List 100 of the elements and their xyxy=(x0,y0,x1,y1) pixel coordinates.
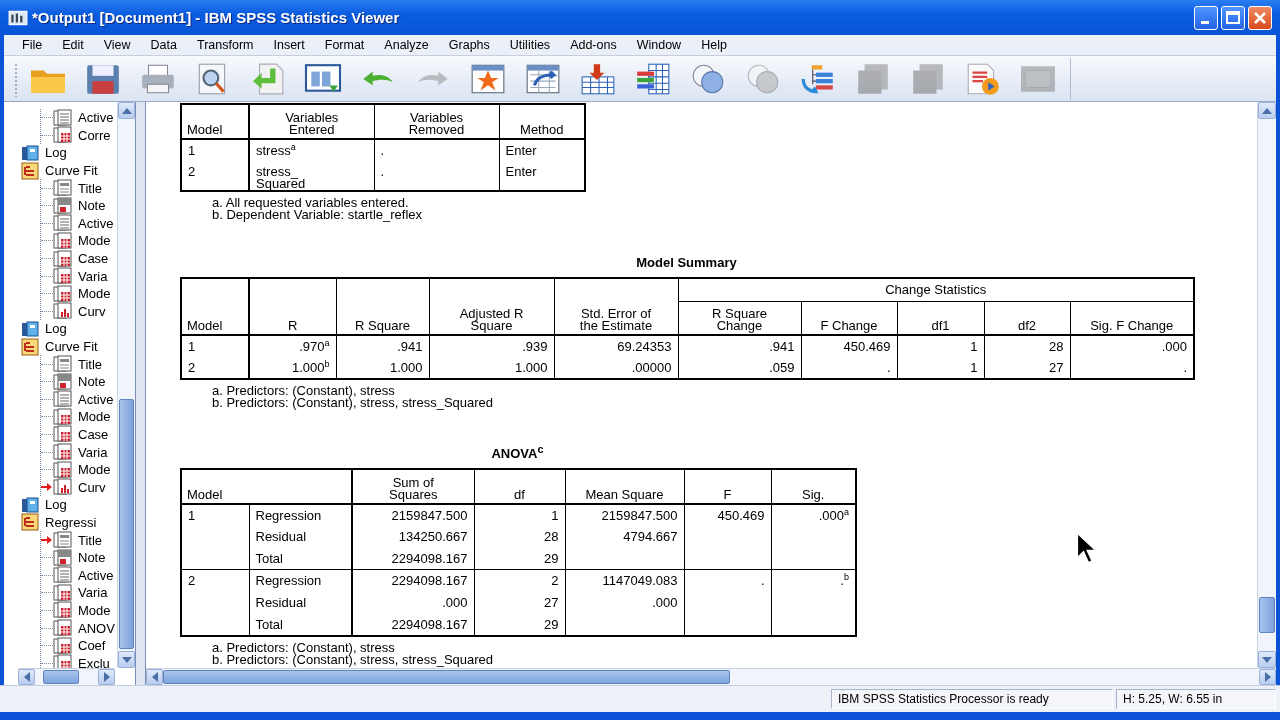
notes-document-icon xyxy=(53,372,73,391)
menu-item[interactable]: Graphs xyxy=(448,38,490,52)
scroll-thumb[interactable] xyxy=(163,670,730,684)
column-header: df xyxy=(474,468,565,504)
table-document-icon xyxy=(53,636,73,655)
tree-item[interactable]: Varia xyxy=(78,268,108,284)
notes-document-icon xyxy=(53,548,73,567)
table-cell: .000$^{a}$ xyxy=(771,503,856,526)
list-icon xyxy=(20,337,40,356)
tree-item[interactable]: Mode xyxy=(78,286,111,302)
mouse-pointer-icon xyxy=(1076,532,1096,564)
table-cell: 450.469 xyxy=(801,334,897,357)
table-document-icon xyxy=(53,443,73,462)
menu-item[interactable]: Transform xyxy=(197,38,254,52)
menu-item[interactable]: Help xyxy=(701,38,727,52)
tree-item[interactable]: Mode xyxy=(78,602,111,618)
vertical-scrollbar[interactable] xyxy=(1257,102,1276,668)
column-header: Adjusted R Square xyxy=(429,278,554,335)
tree-item[interactable]: ANOV xyxy=(78,620,115,636)
table-cell: 1 xyxy=(897,356,984,379)
tree-item[interactable]: Active xyxy=(78,567,114,583)
tree-item[interactable]: Title xyxy=(78,356,103,372)
tree-item[interactable]: Mode xyxy=(78,233,111,249)
menu-item[interactable]: Insert xyxy=(273,38,305,52)
table-title: Model Summary xyxy=(635,255,738,270)
table-cell: Regression xyxy=(249,503,352,526)
tree-item[interactable]: Log xyxy=(45,497,67,513)
tree-item[interactable]: Title xyxy=(78,532,103,548)
table-cell: Residual xyxy=(249,591,352,614)
table-cell: 27 xyxy=(474,591,565,614)
horizontal-scrollbar[interactable] xyxy=(18,668,115,685)
table-cell: 1147049.083 xyxy=(565,569,684,592)
tree-item[interactable]: Coef xyxy=(78,638,106,654)
table-bars-icon[interactable] xyxy=(634,61,672,96)
menu-item[interactable]: Edit xyxy=(62,38,84,52)
menu-item[interactable]: Window xyxy=(636,38,682,52)
table-cell: 2294098.167 xyxy=(352,613,474,636)
tree-item[interactable]: Mode xyxy=(78,409,111,425)
menu-item[interactable]: Analyze xyxy=(384,38,429,52)
table-down-arrow-icon[interactable] xyxy=(579,61,617,96)
tree-item[interactable]: Title xyxy=(78,180,103,196)
tree-item[interactable]: Varia xyxy=(78,585,108,601)
menu-item[interactable]: File xyxy=(22,38,43,52)
tree-item[interactable]: Note xyxy=(78,198,106,214)
table-cell: 1.000$^{b}$ xyxy=(249,356,336,379)
tree-item[interactable]: Exclu xyxy=(78,655,110,668)
menu-item[interactable]: View xyxy=(103,38,131,52)
table-cell: . xyxy=(1070,356,1194,379)
title-document-icon xyxy=(53,355,73,374)
table-cell: Enter xyxy=(499,139,585,161)
tree-item[interactable]: Log xyxy=(45,145,67,161)
menu-item[interactable]: Add-ons xyxy=(570,38,617,52)
table-cell: .941 xyxy=(678,334,801,357)
tree-item[interactable]: Case xyxy=(78,427,109,442)
vertical-scrollbar[interactable] xyxy=(117,102,135,668)
menu-item[interactable]: Utilities xyxy=(509,38,551,52)
status-message: IBM SPSS Statistics Processor is ready xyxy=(831,689,1113,709)
tree-item[interactable]: Active xyxy=(78,110,114,126)
table-cell: .941 xyxy=(336,334,429,357)
scroll-thumb[interactable] xyxy=(1259,597,1275,633)
tree-item[interactable]: Note xyxy=(78,550,106,566)
table-cell: 27 xyxy=(984,356,1070,379)
table-document-icon xyxy=(53,619,73,637)
tree-item[interactable]: Curve Fit xyxy=(45,339,98,354)
table-cell: . xyxy=(374,161,499,191)
table-cell: . xyxy=(374,139,499,161)
column-header: F xyxy=(684,468,771,504)
tree-item[interactable]: Log xyxy=(45,321,67,337)
tree-item[interactable]: Varia xyxy=(78,444,108,460)
horizontal-scrollbar[interactable] xyxy=(146,668,1276,685)
tree-item[interactable]: Active xyxy=(78,391,114,407)
tree-item[interactable]: Case xyxy=(78,251,109,267)
table-cell: 1 xyxy=(474,503,565,526)
column-header: Variables Removed xyxy=(374,104,499,139)
table-cell: .059 xyxy=(678,356,801,379)
menu-item[interactable]: Format xyxy=(324,38,365,52)
scroll-thumb[interactable] xyxy=(43,670,79,684)
tree-item[interactable]: Corre xyxy=(78,127,111,143)
tree-item[interactable]: Active xyxy=(78,215,114,231)
table-cell: 2 xyxy=(181,161,249,191)
tree-item[interactable]: Curv xyxy=(78,303,106,319)
menu-item[interactable]: Data xyxy=(150,38,177,52)
tree-item[interactable]: Note xyxy=(78,374,106,390)
scroll-thumb[interactable] xyxy=(119,399,134,649)
text-document-icon xyxy=(53,214,73,233)
table-cell: Regression xyxy=(249,569,352,592)
table-cell: Residual xyxy=(249,525,352,548)
table-cell: 69.24353 xyxy=(554,334,678,357)
tree-item[interactable]: Curve Fit xyxy=(45,163,98,179)
footnote: b. Dependent Variable: startle_reflex xyxy=(212,209,424,221)
table-cell: 28 xyxy=(984,334,1070,357)
footnote: a. Predictors: (Constant), stress xyxy=(212,641,396,654)
table-cell: 2 xyxy=(181,356,249,379)
text-document-icon xyxy=(53,390,73,409)
tree-item[interactable]: Curv xyxy=(78,479,106,495)
column-header: Mean Square xyxy=(565,468,684,504)
tree-item[interactable]: Regressi xyxy=(45,514,97,530)
tree-item[interactable]: Mode xyxy=(78,462,111,478)
table-document-icon xyxy=(53,267,73,286)
table-cell: 2159847.500 xyxy=(565,503,684,526)
